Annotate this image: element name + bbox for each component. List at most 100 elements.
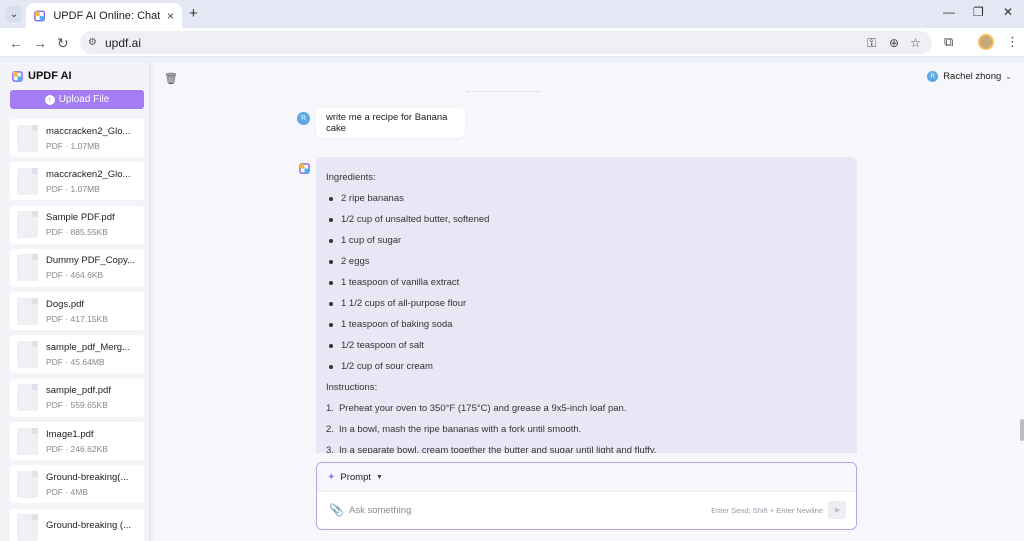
file-item[interactable]: sample_pdf_Merg... PDF · 45.64MB bbox=[10, 335, 144, 374]
delete-chat-icon[interactable]: 🗑 bbox=[164, 72, 178, 85]
user-message: write me a recipe for Banana cake bbox=[316, 108, 465, 138]
bullet-icon bbox=[329, 238, 333, 243]
step-text: Preheat your oven to 350°F (175°C) and g… bbox=[338, 403, 627, 414]
file-name: Image1.pdf bbox=[46, 428, 94, 440]
restore-button[interactable]: ❐ bbox=[973, 5, 984, 19]
chrome-menu-icon[interactable]: ⋮ bbox=[1006, 34, 1019, 50]
file-item[interactable]: Dummy PDF_Copy... PDF · 464.6KB bbox=[10, 248, 144, 287]
document-icon bbox=[17, 211, 38, 239]
file-name: sample_pdf_Merg... bbox=[46, 341, 130, 353]
step-number: 1. bbox=[326, 403, 334, 414]
file-meta: PDF · 1.07MB bbox=[46, 140, 100, 151]
file-item[interactable]: Image1.pdf PDF · 246.62KB bbox=[10, 422, 144, 461]
ingredient-item: 1 teaspoon of baking soda bbox=[326, 314, 847, 335]
updf-ai-logo-icon bbox=[12, 70, 23, 82]
reload-button[interactable]: ↻ bbox=[57, 35, 69, 52]
file-name: Dogs.pdf bbox=[46, 298, 85, 310]
forward-button[interactable]: → bbox=[33, 35, 47, 51]
bullet-icon bbox=[329, 196, 333, 201]
chat-panel: 🗑 R Rachel zhong ⌄ R write me a recipe f… bbox=[154, 62, 1024, 541]
instruction-item: 3. In a separate bowl, cream together the… bbox=[326, 440, 847, 453]
ingredient-item: 1 1/2 cups of all-purpose flour bbox=[326, 293, 847, 314]
tab-close-icon[interactable]: × bbox=[167, 9, 174, 23]
paperclip-icon[interactable]: 📎 bbox=[329, 503, 344, 517]
file-meta: PDF · 417.15KB bbox=[46, 313, 108, 324]
upload-file-button[interactable]: ↑ Upload File bbox=[10, 90, 144, 109]
password-key-icon[interactable]: ⚿ bbox=[867, 36, 876, 51]
file-item[interactable]: sample_pdf.pdf PDF · 559.65KB bbox=[10, 378, 144, 417]
bookmark-star-icon[interactable]: ☆ bbox=[910, 36, 921, 50]
file-meta: PDF · 885.55KB bbox=[46, 227, 108, 238]
file-name: Ground-breaking (... bbox=[46, 520, 132, 532]
ingredient-text: 2 eggs bbox=[341, 256, 370, 267]
ingredient-text: 1/2 cup of unsalted butter, softened bbox=[341, 214, 490, 225]
document-icon bbox=[17, 124, 38, 152]
ingredient-text: 1 teaspoon of vanilla extract bbox=[341, 277, 460, 288]
prompt-composer: ✦ Prompt ▼ 📎 Enter Send; Shift + Enter N… bbox=[316, 462, 857, 530]
file-sidebar: UPDF AI ↑ Upload File maccracken2_Glo...… bbox=[0, 62, 150, 541]
url-text: updf.ai bbox=[104, 35, 141, 50]
ingredient-item: 1 cup of sugar bbox=[326, 230, 847, 251]
address-bar[interactable]: ⚙ updf.ai ⚿ ⊕ ☆ bbox=[80, 31, 932, 54]
brand: UPDF AI bbox=[12, 70, 72, 82]
file-item[interactable]: Ground-breaking(... PDF · 4MB bbox=[10, 465, 144, 504]
document-icon bbox=[17, 340, 38, 368]
file-meta: PDF · 45.64MB bbox=[46, 356, 105, 367]
minimize-button[interactable]: — bbox=[943, 5, 955, 19]
browser-toolbar: ← → ↻ ⚙ updf.ai ⚿ ⊕ ☆ ⧉ ⋮ bbox=[0, 28, 1024, 57]
instruction-item: 1. Preheat your oven to 350°F (175°C) and… bbox=[326, 398, 847, 419]
brand-name: UPDF AI bbox=[28, 70, 72, 82]
ingredient-text: 1 cup of sugar bbox=[341, 235, 402, 246]
send-button[interactable]: ➤ bbox=[828, 501, 846, 519]
ingredient-item: 1 teaspoon of vanilla extract bbox=[326, 272, 847, 293]
document-icon bbox=[17, 254, 38, 282]
user-avatar: R bbox=[927, 71, 939, 82]
file-meta: PDF · 464.6KB bbox=[46, 270, 104, 281]
file-name: Sample PDF.pdf bbox=[46, 212, 115, 224]
ingredient-item: 1/2 teaspoon of salt bbox=[326, 335, 847, 356]
chat-scrollbar[interactable] bbox=[1020, 419, 1024, 441]
ingredient-text: 1 teaspoon of baking soda bbox=[341, 319, 453, 330]
ingredient-text: 1 1/2 cups of all-purpose flour bbox=[341, 298, 467, 309]
send-hint: Enter Send; Shift + Enter Newline bbox=[711, 506, 823, 515]
file-name: maccracken2_Glo... bbox=[46, 168, 131, 180]
extensions-icon[interactable]: ⧉ bbox=[944, 34, 953, 50]
file-item[interactable]: maccracken2_Glo... PDF · 1.07MB bbox=[10, 119, 144, 157]
file-meta: PDF · 4MB bbox=[46, 486, 89, 497]
step-text: In a bowl, mash the ripe bananas with a … bbox=[338, 424, 582, 435]
document-icon bbox=[17, 514, 38, 541]
chat-divider bbox=[467, 91, 541, 92]
prompt-mode-label: Prompt bbox=[340, 471, 372, 483]
zoom-icon[interactable]: ⊕ bbox=[889, 36, 899, 50]
ingredient-text: 2 ripe bananas bbox=[341, 193, 404, 204]
prompt-mode-selector[interactable]: ✦ Prompt ▼ bbox=[317, 463, 856, 492]
document-icon bbox=[17, 470, 38, 498]
file-item[interactable]: maccracken2_Glo... PDF · 1.07MB bbox=[10, 162, 144, 201]
bullet-icon bbox=[329, 217, 333, 222]
file-item[interactable]: Sample PDF.pdf PDF · 885.55KB bbox=[10, 205, 144, 244]
user-menu[interactable]: R Rachel zhong ⌄ bbox=[927, 71, 1012, 82]
new-tab-button[interactable]: + bbox=[189, 5, 198, 22]
file-name: maccracken2_Glo... bbox=[46, 125, 131, 137]
browser-profile-avatar[interactable] bbox=[978, 34, 994, 50]
file-meta: PDF · 559.65KB bbox=[46, 400, 108, 411]
instruction-item: 2. In a bowl, mash the ripe bananas with … bbox=[326, 419, 847, 440]
bullet-icon bbox=[329, 322, 333, 327]
bullet-icon bbox=[329, 364, 333, 369]
ingredient-item: 1/2 cup of unsalted butter, softened bbox=[326, 209, 847, 230]
ingredient-item: 1/2 cup of sour cream bbox=[326, 356, 847, 377]
file-item[interactable]: Dogs.pdf PDF · 417.15KB bbox=[10, 292, 144, 331]
step-number: 2. bbox=[326, 424, 334, 435]
message-user-avatar: R bbox=[297, 112, 310, 125]
send-icon: ➤ bbox=[833, 504, 841, 515]
prompt-input[interactable] bbox=[349, 501, 709, 519]
back-button[interactable]: ← bbox=[9, 35, 23, 51]
bullet-icon bbox=[329, 301, 333, 306]
file-item[interactable]: Ground-breaking (... bbox=[10, 508, 144, 541]
ingredient-item: 2 eggs bbox=[326, 251, 847, 272]
site-settings-icon[interactable]: ⚙ bbox=[88, 37, 97, 48]
browser-tab[interactable]: UPDF AI Online: Chat with PDF × bbox=[26, 3, 182, 28]
tab-search-chevron-icon[interactable]: ⌄ bbox=[6, 6, 22, 22]
bullet-icon bbox=[329, 280, 333, 285]
close-window-button[interactable]: ✕ bbox=[1003, 5, 1013, 19]
